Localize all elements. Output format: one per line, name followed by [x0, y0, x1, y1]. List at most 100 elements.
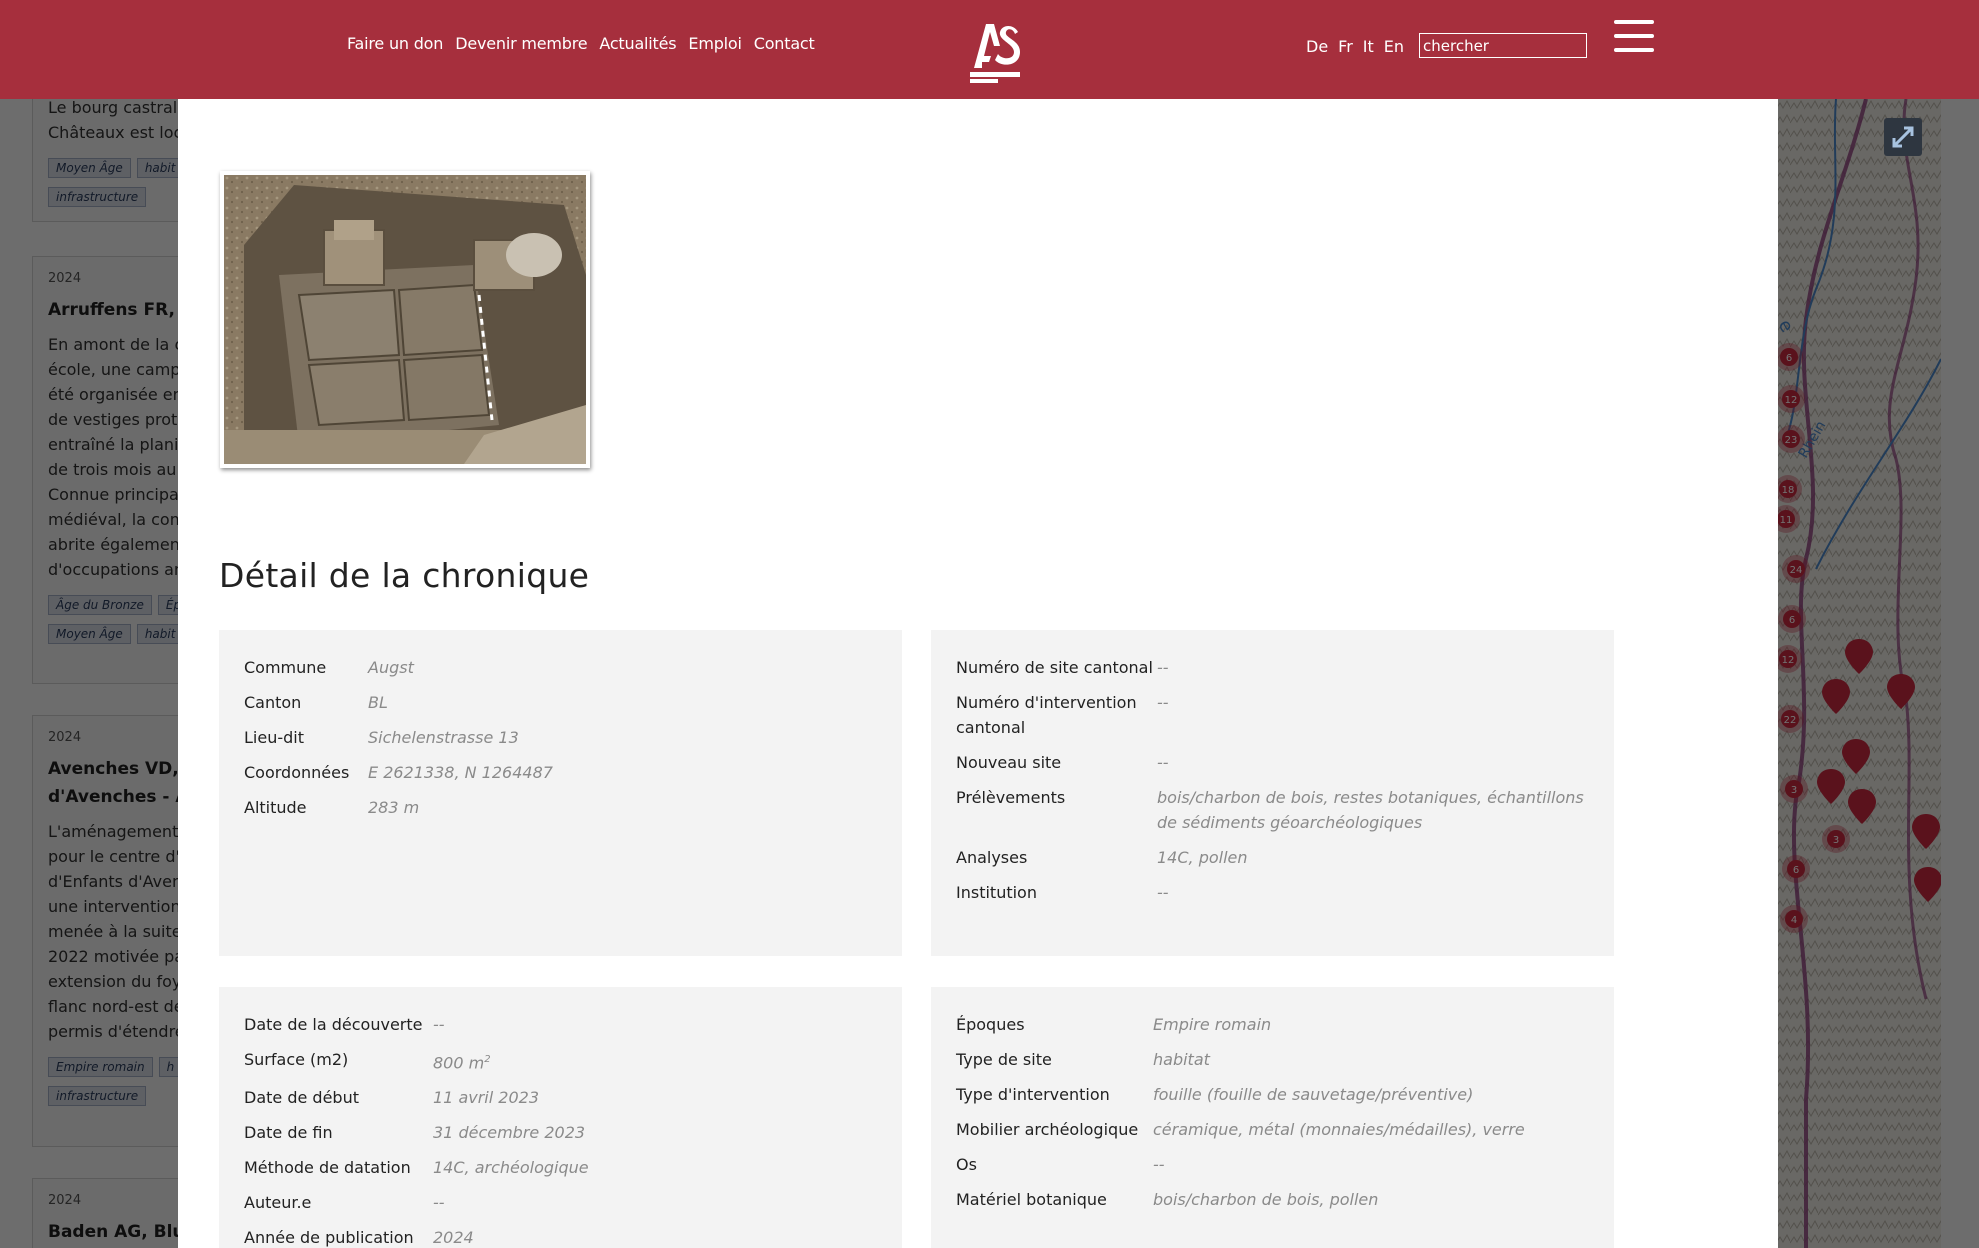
detail-label: Type de site — [956, 1050, 1052, 1069]
map-cluster[interactable]: 6 — [1776, 343, 1803, 371]
nav-link-news[interactable]: Actualités — [599, 34, 676, 53]
detail-row: Prélèvements bois/charbon de bois, restes… — [956, 785, 1590, 835]
detail-label: Année de publication — [244, 1228, 414, 1248]
nav-link-donate[interactable]: Faire un don — [347, 34, 443, 53]
detail-label: Os — [956, 1155, 977, 1174]
detail-row: Commune Augst — [244, 655, 878, 680]
list-item[interactable]: 2024 Arruffens FR, En En amont de la co é… — [32, 256, 202, 684]
lang-fr[interactable]: Fr — [1338, 37, 1353, 56]
site-logo[interactable] — [966, 18, 1024, 84]
detail-value: bois/charbon de bois, pollen — [1153, 1190, 1379, 1209]
map[interactable]: Rhein e 6 12 23 18 11 24 6 12 22 3 3 6 4 — [1776, 99, 1941, 1248]
search-input[interactable] — [1419, 33, 1587, 58]
map-cluster[interactable]: 6 — [1778, 605, 1806, 633]
dates-panel: Date de la découverte -- Surface (m2) 800 m… — [219, 987, 902, 1248]
map-cluster[interactable]: 12 — [1777, 385, 1805, 413]
detail-row: Type de site habitat — [956, 1047, 1590, 1072]
nav-link-jobs[interactable]: Emploi — [688, 34, 742, 53]
detail-value: -- — [433, 1015, 445, 1034]
detail-label: Commune — [244, 658, 327, 677]
detail-value: E 2621338, N 1264487 — [368, 763, 553, 782]
tag[interactable]: habit — [136, 158, 184, 178]
detail-label: Canton — [244, 693, 302, 712]
detail-label: Lieu-dit — [244, 728, 304, 747]
detail-label: Matériel botanique — [956, 1190, 1107, 1209]
detail-row: Méthode de datation 14C, archéologique — [244, 1155, 878, 1180]
detail-value: céramique, métal (monnaies/médailles), v… — [1153, 1120, 1525, 1139]
location-panel: Commune Augst Canton BL Lieu-dit Sichelenstra… — [219, 630, 902, 956]
detail-row: Mobilier archéologique céramique, métal (… — [956, 1117, 1590, 1142]
tag[interactable]: infrastructure — [48, 187, 147, 207]
hamburger-menu-button[interactable] — [1614, 20, 1654, 56]
detail-row: Altitude 283 m — [244, 795, 878, 820]
detail-label: Date de la découverte — [244, 1015, 423, 1034]
detail-value: bois/charbon de bois, restes botaniques,… — [1157, 788, 1584, 832]
detail-label: Coordonnées — [244, 763, 350, 782]
detail-row: Lieu-dit Sichelenstrasse 13 — [244, 725, 878, 750]
tag[interactable]: Moyen Âge — [48, 624, 131, 644]
detail-row: Analyses 14C, pollen — [956, 845, 1590, 870]
map-fullscreen-button[interactable] — [1884, 118, 1922, 156]
background-result-list: Le bourg castral d Châteaux est loca Moy… — [32, 0, 202, 1248]
detail-label: Prélèvements — [956, 788, 1066, 807]
map-cluster[interactable]: 3 — [1822, 825, 1850, 853]
detail-label: Numéro d'intervention cantonal — [956, 693, 1137, 737]
map-canvas[interactable]: Rhein e 61223181124612223364 — [1776, 99, 1941, 1248]
map-cluster-count: 3 — [1791, 785, 1797, 796]
detail-row: Auteur.e -- — [244, 1190, 878, 1215]
detail-value: 800 m2 — [433, 1053, 491, 1073]
nav-link-membership[interactable]: Devenir membre — [455, 34, 587, 53]
map-cluster-count: 4 — [1791, 915, 1797, 926]
detail-value: 2024 — [433, 1228, 474, 1248]
detail-value: Augst — [368, 658, 414, 677]
tag[interactable]: Moyen Âge — [48, 158, 131, 178]
tag[interactable]: Âge du Bronze — [48, 595, 152, 615]
detail-value: -- — [1157, 658, 1169, 677]
detail-value: 14C, archéologique — [433, 1158, 589, 1178]
detail-value: fouille (fouille de sauvetage/préventive… — [1153, 1085, 1474, 1104]
detail-value: 14C, pollen — [1157, 848, 1248, 867]
detail-value: 31 décembre 2023 — [433, 1123, 586, 1143]
detail-label: Institution — [956, 883, 1037, 902]
list-item[interactable]: 2024 Avenches VD, M d'Avenches - Av L'am… — [32, 715, 202, 1147]
detail-row: Nouveau site -- — [956, 750, 1590, 775]
tag[interactable]: habit — [136, 624, 184, 644]
map-cluster[interactable]: 24 — [1782, 555, 1810, 583]
detail-label: Numéro de site cantonal — [956, 658, 1153, 677]
map-cluster[interactable]: 4 — [1780, 905, 1808, 933]
map-cluster[interactable]: 6 — [1782, 855, 1810, 883]
map-cluster-count: 11 — [1780, 515, 1793, 526]
map-cluster-count: 6 — [1786, 353, 1792, 364]
tag[interactable]: infrastructure — [48, 1086, 147, 1106]
lang-it[interactable]: It — [1363, 37, 1374, 56]
detail-row: Coordonnées E 2621338, N 1264487 — [244, 760, 878, 785]
map-cluster-count: 6 — [1789, 615, 1795, 626]
detail-value: habitat — [1153, 1050, 1210, 1069]
tag[interactable]: Empire romain — [48, 1057, 153, 1077]
map-cluster[interactable]: 3 — [1780, 775, 1808, 803]
excavation-photo[interactable] — [220, 171, 590, 468]
map-cluster-count: 18 — [1782, 485, 1795, 496]
detail-value: 283 m — [368, 798, 420, 817]
list-item[interactable]: 2024 Baden AG, Blum — [32, 1178, 202, 1248]
detail-value: -- — [1157, 883, 1169, 902]
menu-icon — [1614, 20, 1654, 24]
nav-link-contact[interactable]: Contact — [754, 34, 815, 53]
expand-icon — [1892, 126, 1914, 148]
detail-label: Date de fin — [244, 1123, 333, 1143]
site-header: Faire un don Devenir membre Actualités E… — [0, 0, 1979, 99]
detail-row: Année de publication 2024 — [244, 1225, 878, 1248]
detail-value: 11 avril 2023 — [433, 1088, 539, 1108]
map-cluster[interactable]: 23 — [1777, 425, 1805, 453]
detail-value: BL — [368, 693, 388, 712]
detail-label: Type d'intervention — [956, 1085, 1110, 1104]
detail-label: Date de début — [244, 1088, 359, 1108]
detail-row: Date de la découverte -- — [244, 1012, 878, 1037]
detail-value: Empire romain — [1153, 1015, 1272, 1034]
language-switcher: De Fr It En — [1306, 37, 1404, 56]
detail-value: -- — [433, 1193, 445, 1213]
lang-en[interactable]: En — [1384, 37, 1404, 56]
detail-value: -- — [1153, 1155, 1165, 1174]
map-cluster[interactable]: 22 — [1776, 705, 1804, 733]
lang-de[interactable]: De — [1306, 37, 1328, 56]
